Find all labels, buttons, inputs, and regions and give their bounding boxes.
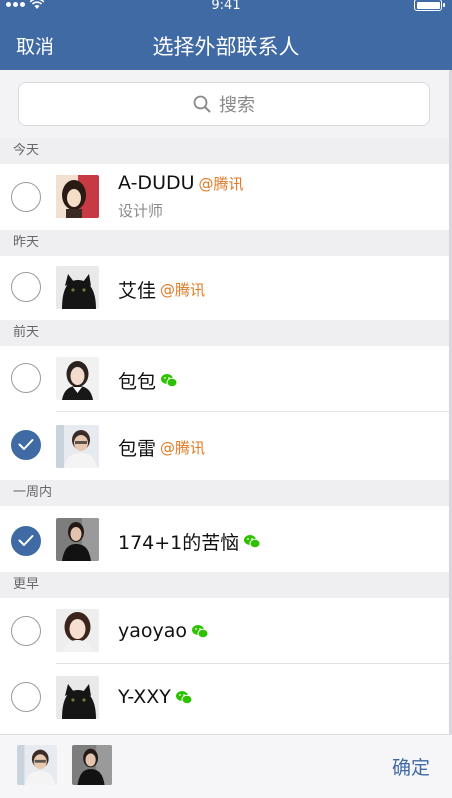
contact-row[interactable]: 包雷 @腾讯	[0, 412, 452, 480]
select-radio[interactable]	[11, 616, 41, 646]
section-label-this-week: 一周内	[0, 480, 452, 506]
contact-row[interactable]: A-DUDU @腾讯 设计师	[0, 164, 452, 230]
select-radio[interactable]	[11, 363, 41, 393]
avatar	[56, 518, 99, 561]
wechat-icon	[244, 535, 261, 549]
contact-name-line: 包包	[118, 367, 178, 394]
battery-level	[416, 1, 440, 9]
search-placeholder: 搜索	[219, 95, 255, 116]
confirm-button[interactable]: 确定	[392, 753, 430, 780]
contact-row[interactable]: Y-XXY	[0, 664, 452, 734]
contact-org: @腾讯	[198, 174, 244, 193]
avatar	[56, 425, 99, 468]
contact-name: Y-XXY	[118, 686, 171, 708]
contact-name: 包包	[118, 371, 157, 393]
wechat-icon	[192, 624, 209, 638]
check-icon	[18, 535, 34, 546]
avatar	[56, 175, 99, 218]
avatar	[56, 676, 99, 719]
contact-name: 艾佳	[118, 280, 157, 302]
contact-name-line: A-DUDU @腾讯	[118, 172, 244, 194]
contact-name-line: Y-XXY	[118, 686, 193, 708]
contact-row[interactable]: 174+1的苦恼	[0, 506, 452, 572]
selected-avatar[interactable]	[72, 745, 112, 785]
contact-name-line: 艾佳 @腾讯	[118, 276, 205, 303]
contact-name-line: 174+1的苦恼	[118, 528, 261, 555]
status-time: 9:41	[211, 0, 241, 13]
contact-row[interactable]: 包包	[0, 346, 452, 412]
status-bar: 9:41	[0, 0, 452, 14]
search-input[interactable]: 搜索	[18, 82, 430, 126]
contact-name-line: 包雷 @腾讯	[118, 434, 205, 461]
wechat-icon	[175, 690, 193, 704]
navigation-header: 9:41 取消 选择外部联系人	[0, 0, 452, 70]
wechat-icon	[161, 374, 178, 388]
avatar	[56, 266, 99, 309]
selection-footer: 确定	[0, 734, 452, 798]
search-area: 搜索	[0, 70, 452, 138]
select-radio[interactable]	[11, 272, 41, 302]
section-label-today: 今天	[0, 138, 452, 164]
avatar	[56, 357, 99, 400]
section-label-day-before: 前天	[0, 320, 452, 346]
avatar	[56, 609, 99, 652]
search-icon	[193, 95, 211, 113]
contact-name: 174+1的苦恼	[118, 532, 240, 554]
selected-avatar[interactable]	[17, 745, 57, 785]
battery-icon	[414, 0, 445, 11]
contact-name: yaoyao	[118, 620, 188, 642]
contact-org: @腾讯	[160, 439, 206, 457]
contact-row[interactable]: 艾佳 @腾讯	[0, 256, 452, 320]
select-radio[interactable]	[11, 430, 41, 460]
check-icon	[18, 439, 34, 450]
section-label-yesterday: 昨天	[0, 230, 452, 256]
select-radio[interactable]	[11, 682, 41, 712]
section-label-earlier: 更早	[0, 572, 452, 598]
select-radio[interactable]	[11, 182, 41, 212]
select-radio[interactable]	[11, 526, 41, 556]
contact-row[interactable]: yaoyao	[0, 598, 452, 664]
contact-org: @腾讯	[160, 281, 206, 299]
contact-name: A-DUDU	[118, 172, 195, 194]
contact-subtitle: 设计师	[118, 202, 164, 220]
page-title: 选择外部联系人	[152, 35, 300, 59]
contact-name-line: yaoyao	[118, 620, 209, 642]
contact-name: 包雷	[118, 438, 157, 460]
